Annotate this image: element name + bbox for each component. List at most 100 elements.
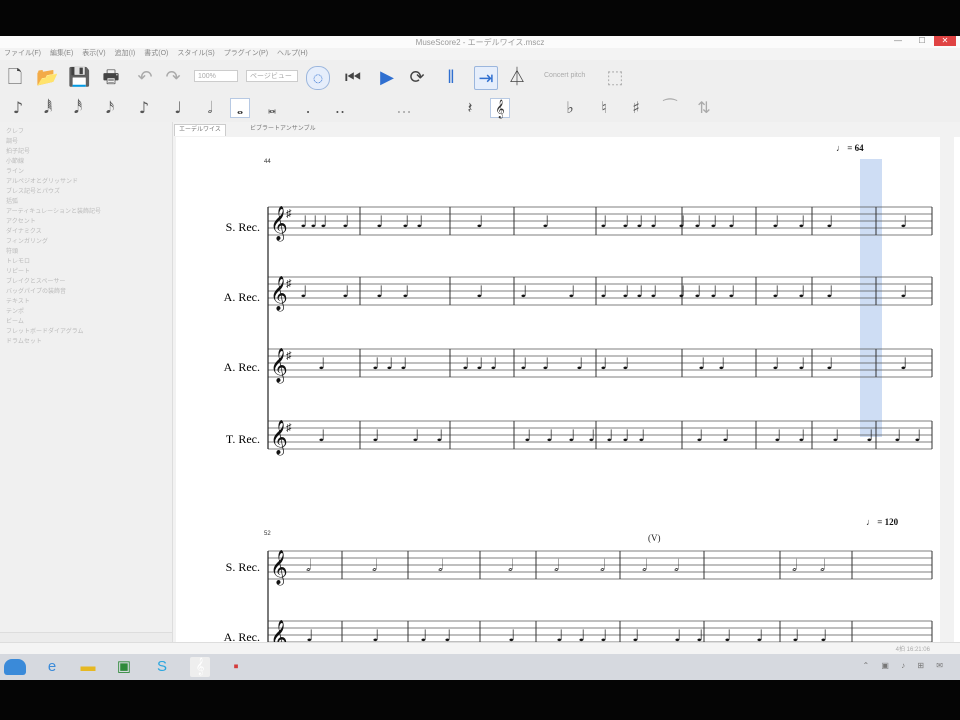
redo-icon[interactable]: ↷ xyxy=(162,66,184,88)
triple-dot-icon[interactable]: ... xyxy=(394,98,414,118)
note[interactable]: ♩ xyxy=(588,426,596,445)
note[interactable]: ♩ xyxy=(600,282,608,301)
note[interactable]: ♩ xyxy=(694,282,702,301)
note[interactable]: 𝅗𝅥 xyxy=(792,556,797,575)
note[interactable]: ♩ xyxy=(772,282,780,301)
print-icon[interactable]: 🖶 xyxy=(100,66,122,88)
palette-item[interactable]: バッグパイプの装飾音 xyxy=(6,286,66,295)
start-icon[interactable] xyxy=(4,659,26,675)
note[interactable]: ♩ xyxy=(400,354,408,373)
score-sheet[interactable]: 𝄞♯𝄞♯𝄞♯𝄞♯♩ ♩ ♩ ♩ ♩ ♩ ♩ ♩ ♩ ♩ ♩ ♩ ♩ ♩ ♩ ♩ ♩ ♩ ♩ ♩ ♩♩ ♩ ♩ ♩ ♩ ♩ ♩ ♩ ♩ ♩ ♩… xyxy=(176,137,960,642)
note[interactable]: ♩ xyxy=(376,282,384,301)
palette-item[interactable]: テンポ xyxy=(6,306,24,315)
menu-file[interactable]: ファイル(F) xyxy=(4,48,41,60)
palette-item[interactable]: ブレス記号とパウズ xyxy=(6,186,60,195)
note-input-icon[interactable]: ◌ xyxy=(306,66,330,90)
menu-help[interactable]: ヘルプ(H) xyxy=(277,48,308,60)
note[interactable]: ♩ xyxy=(402,282,410,301)
note[interactable]: 𝅗𝅥 xyxy=(674,556,679,575)
menu-add[interactable]: 追加(I) xyxy=(115,48,136,60)
note[interactable]: ♩ xyxy=(600,212,608,231)
note[interactable]: ♩ xyxy=(826,282,834,301)
note[interactable]: ♩ xyxy=(476,212,484,231)
palette-item[interactable]: 括弧 xyxy=(6,196,18,205)
play-icon[interactable]: ▶ xyxy=(376,66,398,88)
note-input-mode-icon[interactable]: ♪ xyxy=(8,98,28,118)
image-capture-icon[interactable]: ⬚ xyxy=(604,66,626,88)
note[interactable]: ♩ xyxy=(476,354,484,373)
note[interactable]: ♩ xyxy=(718,354,726,373)
note[interactable]: ♩ xyxy=(342,212,350,231)
palette-item[interactable]: トレモロ xyxy=(6,256,30,265)
note[interactable]: 𝅗𝅥 xyxy=(600,556,605,575)
sharp-icon[interactable]: ♯ xyxy=(626,98,646,118)
note[interactable]: ♩ xyxy=(318,354,326,373)
tab-score[interactable]: エーデルワイス xyxy=(174,124,226,136)
note[interactable]: ♩ xyxy=(696,426,704,445)
palette-item[interactable]: フィンガリング xyxy=(6,236,48,245)
note[interactable]: ♩ xyxy=(622,354,630,373)
note[interactable]: ♩ xyxy=(622,426,630,445)
note[interactable]: ♩ xyxy=(622,282,630,301)
note[interactable]: ♩ xyxy=(678,212,686,231)
note[interactable]: ♩ xyxy=(402,212,410,231)
note[interactable]: ♩ xyxy=(300,212,308,231)
note[interactable]: ♩ xyxy=(728,282,736,301)
duration-eighth-icon[interactable]: ♪ xyxy=(134,98,154,118)
palette-item[interactable]: アーティキュレーションと装飾記号 xyxy=(6,206,101,215)
note[interactable]: ♩ xyxy=(622,212,630,231)
note[interactable]: ♩ xyxy=(372,626,380,642)
menu-edit[interactable]: 編集(E) xyxy=(50,48,73,60)
note[interactable]: ♩ xyxy=(420,626,428,642)
note[interactable]: ♩ xyxy=(476,282,484,301)
note[interactable]: ♩ xyxy=(674,626,682,642)
palette-item[interactable]: ドラムセット xyxy=(6,336,42,345)
undo-icon[interactable]: ↶ xyxy=(134,66,156,88)
note[interactable]: ♩ xyxy=(520,354,528,373)
note[interactable]: 𝅗𝅥 xyxy=(438,556,443,575)
palette-item[interactable]: アルペジオとグリッサンド xyxy=(6,176,78,185)
note[interactable]: ♩ xyxy=(694,212,702,231)
note[interactable]: ♩ xyxy=(542,354,550,373)
palette-item[interactable]: 符頭 xyxy=(6,246,18,255)
note[interactable]: ♩ xyxy=(542,212,550,231)
score-canvas[interactable]: 𝄞 ♯ 𝄞 ♯ 𝄞 ♯ 𝄞 ♯ ♩ ♩ ♩ ♩ ♩ ♩ ♩ ♩ ♩ ♩ ♩ ♩ ♩ ♩ ♩ ♩ ♩ ♩ ♩ ♩ ♩ ♩ ♩ ♩ ♩ ♩ ♩ ♩ ♩ ♩ ♩ ♩… xyxy=(176,137,960,642)
note[interactable]: ♩ xyxy=(798,426,806,445)
note[interactable]: ♩ xyxy=(774,426,782,445)
note[interactable]: ♩ xyxy=(632,626,640,642)
note[interactable]: ♩ xyxy=(900,212,908,231)
duration-16th-icon[interactable]: 𝅘𝅥𝅯 xyxy=(100,98,120,118)
note[interactable]: ♩ xyxy=(568,282,576,301)
palette-item[interactable]: クレフ xyxy=(6,126,24,135)
duration-32nd-icon[interactable]: 𝅘𝅥𝅰 xyxy=(68,98,88,118)
note[interactable]: ♩ xyxy=(320,212,328,231)
note[interactable]: ♩ xyxy=(412,426,420,445)
note[interactable]: ♩ xyxy=(724,626,732,642)
note[interactable]: ♩ xyxy=(636,282,644,301)
duration-breve-icon[interactable]: 𝅜 xyxy=(262,98,282,118)
tab-parts[interactable]: ビブラートアンサンブル xyxy=(246,124,320,135)
menu-plugins[interactable]: プラグイン(P) xyxy=(224,48,268,60)
palette-item[interactable]: ビーム xyxy=(6,316,24,325)
note[interactable]: 𝅗𝅥 xyxy=(820,556,825,575)
note[interactable]: ♩ xyxy=(342,282,350,301)
note[interactable]: ♩ xyxy=(636,212,644,231)
note[interactable]: ♩ xyxy=(894,426,902,445)
concert-pitch-toggle[interactable]: Concert pitch xyxy=(544,70,585,82)
note[interactable]: 𝅗𝅥 xyxy=(508,556,513,575)
palette-item[interactable]: フレットボードダイアグラム xyxy=(6,326,84,335)
musescore-icon[interactable]: 𝄞 xyxy=(190,657,210,677)
note[interactable]: ♩ xyxy=(306,626,314,642)
note[interactable]: ♩ xyxy=(606,426,614,445)
double-dot-icon[interactable]: .. xyxy=(330,98,350,118)
file-explorer-icon[interactable]: ▬ xyxy=(78,657,98,677)
flat-icon[interactable]: ♭ xyxy=(560,98,580,118)
rewind-icon[interactable]: ⏮ xyxy=(342,66,364,88)
duration-64th-icon[interactable]: 𝅘𝅥𝅱 xyxy=(38,98,58,118)
note[interactable]: ♩ xyxy=(376,212,384,231)
note[interactable]: ♩ xyxy=(722,426,730,445)
note[interactable]: ♩ xyxy=(698,354,706,373)
note[interactable]: ♩ xyxy=(756,626,764,642)
palette-item[interactable]: 小節線 xyxy=(6,156,24,165)
vertical-scrollbar[interactable] xyxy=(940,137,954,642)
